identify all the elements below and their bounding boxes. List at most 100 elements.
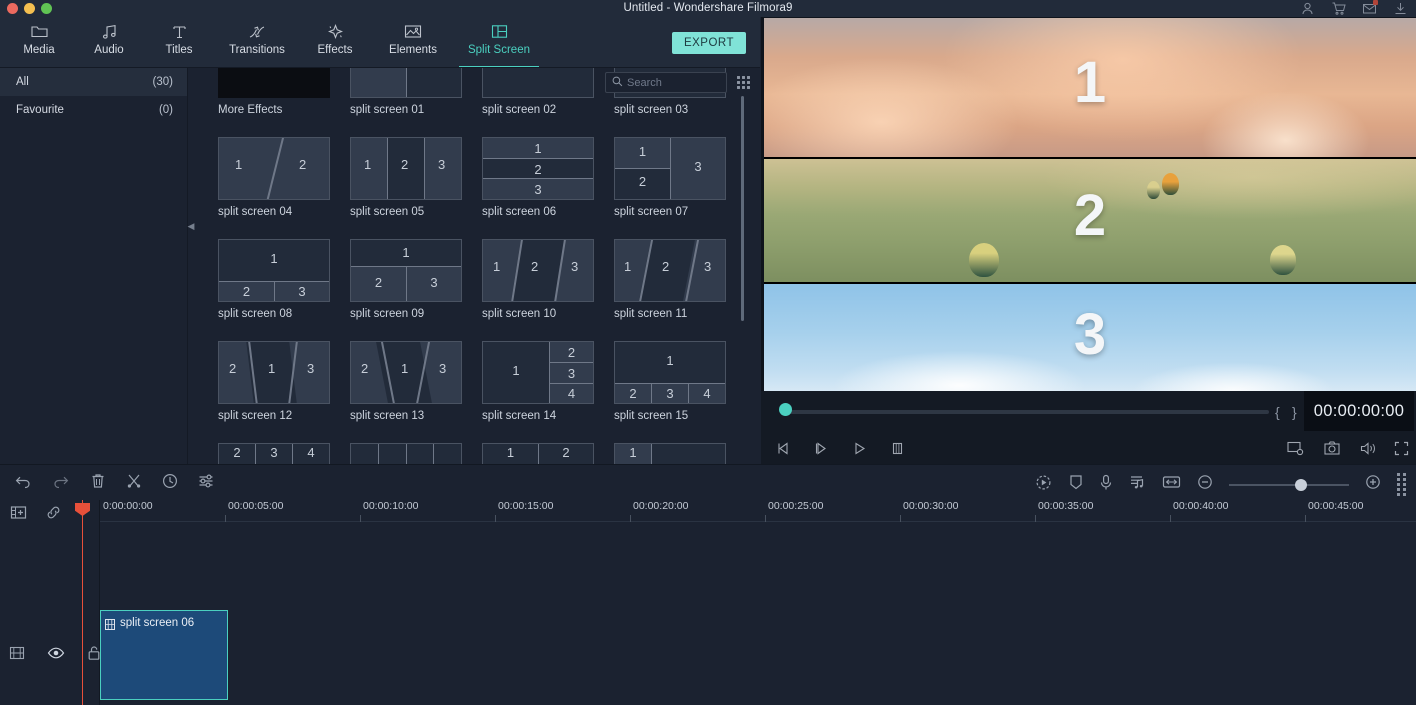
preview-band-1: 1 (764, 18, 1416, 157)
timeline-header-icons (10, 504, 62, 526)
preview-seek-bar[interactable] (783, 410, 1269, 414)
marker-button[interactable] (1069, 474, 1083, 496)
redo-button[interactable] (52, 473, 70, 494)
audio-mixer-button[interactable] (1129, 474, 1146, 496)
music-note-icon (101, 22, 118, 41)
split-button[interactable] (126, 473, 142, 494)
template-scroll-area[interactable]: More Effects split screen 01 split scree… (189, 68, 760, 464)
color-settings-button[interactable] (198, 473, 215, 494)
tab-split-screen-label: Split Screen (468, 44, 530, 56)
ruler-tick: 00:00:25:00 (768, 500, 823, 512)
template-split-screen-15[interactable]: 1 2 3 4 split screen 15 (614, 341, 726, 422)
sidebar-item-favourite[interactable]: Favourite (0) (0, 96, 187, 124)
fullscreen-icon[interactable] (1394, 441, 1409, 461)
sidebar-item-all[interactable]: All (30) (0, 68, 187, 96)
account-icon[interactable] (1300, 1, 1315, 16)
tab-audio[interactable]: Audio (74, 17, 144, 68)
folder-icon (31, 22, 48, 41)
template-label: split screen 03 (614, 104, 726, 116)
template-split-screen-07[interactable]: 1 2 3 split screen 07 (614, 137, 726, 218)
volume-icon[interactable] (1360, 441, 1377, 461)
template-label: split screen 08 (218, 308, 330, 320)
template-split-screen-09[interactable]: 1 2 3 split screen 09 (350, 239, 462, 320)
template-more-effects[interactable]: More Effects (218, 68, 330, 116)
tab-split-screen[interactable]: Split Screen (456, 17, 542, 68)
render-preview-button[interactable] (1035, 474, 1053, 496)
track-thumbnail-icon[interactable] (9, 645, 25, 666)
template-thumbnail: 2 1 3 (350, 341, 462, 404)
preview-settings-icon[interactable] (1287, 441, 1304, 461)
track-visibility-eye-icon[interactable] (47, 646, 65, 665)
template-split-screen-05[interactable]: 1 2 3 split screen 05 (350, 137, 462, 218)
timeline-track-row[interactable]: split screen 06 (100, 610, 1416, 700)
timeline-ruler[interactable]: 0:00:00:00 00:00:05:00 00:00:10:00 00:00… (100, 500, 1416, 522)
text-icon (171, 22, 188, 41)
template-scrollbar[interactable] (741, 96, 744, 321)
template-split-screen-04[interactable]: 1 2 split screen 04 (218, 137, 330, 218)
sparkle-icon (327, 22, 344, 41)
fit-timeline-button[interactable] (1162, 474, 1181, 495)
stop-button[interactable] (890, 441, 905, 461)
template-split-screen-11[interactable]: 1 2 3 split screen 11 (614, 239, 726, 320)
ruler-tick: 00:00:35:00 (1038, 500, 1093, 512)
collapse-panel-chevron-left-icon[interactable]: ◀ (187, 218, 195, 234)
template-partial-3[interactable]: 1 2 (482, 443, 594, 464)
template-thumbnail: 1 (614, 443, 726, 464)
template-thumbnail: 2 1 3 (218, 341, 330, 404)
template-partial-2[interactable] (350, 443, 462, 464)
transition-arrow-icon (248, 22, 266, 41)
tab-media[interactable]: Media (4, 17, 74, 68)
link-button[interactable] (45, 504, 62, 526)
add-track-button[interactable] (10, 504, 27, 526)
timeline-clip-label: split screen 06 (120, 617, 194, 629)
main-toolbar: Media Audio Titles Transitions (0, 17, 760, 68)
template-split-screen-14[interactable]: 1 2 3 4 split screen 14 (482, 341, 594, 422)
mark-out-icon[interactable]: } (1292, 404, 1297, 420)
timeline-grip-icon[interactable] (1397, 473, 1406, 496)
preview-playhead-knob[interactable] (779, 403, 792, 416)
sidebar-item-all-count: (30) (153, 76, 173, 88)
voiceover-button[interactable] (1099, 474, 1113, 496)
grid-view-icon[interactable] (737, 76, 750, 89)
undo-button[interactable] (14, 473, 32, 494)
export-button[interactable]: EXPORT (672, 32, 746, 54)
search-input[interactable] (627, 77, 719, 89)
zoom-slider-knob[interactable] (1295, 479, 1307, 491)
timeline-clip[interactable]: split screen 06 (100, 610, 228, 700)
search-box[interactable] (605, 72, 727, 93)
cart-icon[interactable] (1331, 1, 1346, 16)
zoom-slider[interactable] (1229, 484, 1349, 486)
speed-button[interactable] (162, 473, 178, 494)
template-thumbnail: 1 2 3 4 (614, 341, 726, 404)
track-lock-icon[interactable] (87, 645, 101, 666)
zoom-out-button[interactable] (1197, 474, 1213, 495)
template-split-screen-02[interactable]: split screen 02 (482, 68, 594, 116)
snapshot-icon[interactable] (1324, 441, 1340, 461)
tab-effects[interactable]: Effects (300, 17, 370, 68)
tab-transitions[interactable]: Transitions (214, 17, 300, 68)
play-button[interactable] (852, 441, 867, 461)
preview-video[interactable]: 1 2 3 (764, 18, 1416, 391)
template-split-screen-06[interactable]: 1 2 3 split screen 06 (482, 137, 594, 218)
template-split-screen-08[interactable]: 1 2 3 split screen 08 (218, 239, 330, 320)
zoom-in-button[interactable] (1365, 474, 1381, 495)
tab-titles[interactable]: Titles (144, 17, 214, 68)
next-frame-button[interactable] (814, 441, 829, 461)
mail-icon[interactable] (1362, 1, 1377, 16)
delete-button[interactable] (90, 473, 106, 494)
ruler-tick: 00:00:20:00 (633, 500, 688, 512)
template-split-screen-01[interactable]: split screen 01 (350, 68, 462, 116)
template-partial-4[interactable]: 1 (614, 443, 726, 464)
template-partial-1[interactable]: 2 3 4 (218, 443, 330, 464)
prev-frame-button[interactable] (776, 441, 791, 461)
timeline-playhead[interactable] (82, 500, 83, 705)
mark-in-icon[interactable]: { (1275, 404, 1280, 420)
timeline-body[interactable]: split screen 06 (100, 522, 1416, 705)
template-split-screen-10[interactable]: 1 2 3 split screen 10 (482, 239, 594, 320)
title-bar: Untitled - Wondershare Filmora9 (0, 0, 1416, 17)
preview-timecode[interactable]: 00:00:00:00 (1304, 391, 1414, 431)
download-icon[interactable] (1393, 1, 1408, 16)
template-split-screen-13[interactable]: 2 1 3 split screen 13 (350, 341, 462, 422)
tab-elements[interactable]: Elements (370, 17, 456, 68)
template-split-screen-12[interactable]: 2 1 3 split screen 12 (218, 341, 330, 422)
